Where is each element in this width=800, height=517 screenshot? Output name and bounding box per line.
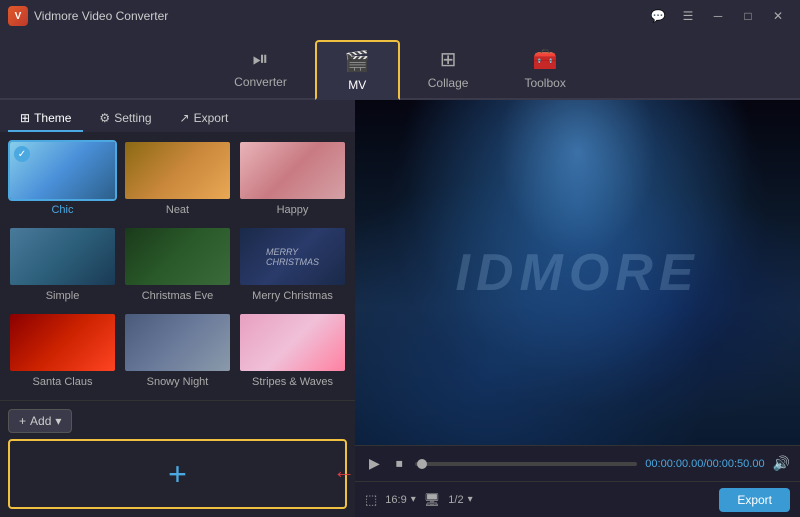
converter-icon: ⏯: [253, 48, 269, 71]
theme-neat[interactable]: Neat: [123, 140, 232, 220]
nav-converter-label: Converter: [234, 75, 287, 89]
add-plus-icon: +: [19, 414, 26, 428]
aspect-ratio-icon: ⬚: [365, 492, 377, 508]
nav-collage-label: Collage: [428, 76, 469, 90]
maximize-button[interactable]: □: [734, 6, 762, 26]
theme-check-chic: ✓: [14, 146, 30, 162]
tab-theme[interactable]: ⊞ Theme: [8, 106, 83, 132]
theme-merry-christmas[interactable]: MERRYCHRISTMAS Merry Christmas: [238, 226, 347, 306]
theme-chic[interactable]: ✓ Chic: [8, 140, 117, 220]
tab-export[interactable]: ↗ Export: [168, 106, 241, 132]
navbar: ⏯ Converter 🎬 MV ⊞ Collage 🧰 Toolbox: [0, 32, 800, 100]
add-section: + Add ▾ + ←: [0, 400, 355, 517]
theme-happy-label: Happy: [277, 204, 309, 216]
stop-button[interactable]: ⏹: [392, 453, 407, 474]
export-tab-icon: ↗: [180, 111, 190, 125]
theme-merry-label: Merry Christmas: [252, 290, 333, 302]
controls-bar: ▶ ⏹ 00:00:00.00/00:00:50.00 🔊: [355, 445, 800, 481]
theme-neat-label: Neat: [166, 204, 189, 216]
theme-santa-label: Santa Claus: [33, 376, 93, 388]
progress-track[interactable]: [415, 462, 638, 466]
close-button[interactable]: ✕: [764, 6, 792, 26]
app-title: Vidmore Video Converter: [34, 9, 168, 23]
left-panel: ⊞ Theme ⚙ Setting ↗ Export ✓ Chic: [0, 100, 355, 517]
main-content: ⊞ Theme ⚙ Setting ↗ Export ✓ Chic: [0, 100, 800, 517]
resolution-chevron: ▾: [468, 494, 473, 505]
collage-icon: ⊞: [440, 47, 457, 72]
mv-icon: 🎬: [345, 49, 370, 74]
preview-watermark: IDMORE: [456, 243, 700, 303]
theme-snowy-label: Snowy Night: [147, 376, 209, 388]
theme-snowy-night[interactable]: Snowy Night: [123, 312, 232, 392]
chat-button[interactable]: 💬: [644, 6, 672, 26]
nav-toolbox[interactable]: 🧰 Toolbox: [496, 38, 593, 98]
setting-tab-icon: ⚙: [99, 111, 110, 125]
nav-mv-label: MV: [348, 78, 366, 92]
tab-bar: ⊞ Theme ⚙ Setting ↗ Export: [0, 100, 355, 132]
play-button[interactable]: ▶: [365, 453, 384, 474]
titlebar-left: V Vidmore Video Converter: [8, 6, 168, 26]
volume-icon[interactable]: 🔊: [773, 455, 790, 472]
ratio-select[interactable]: 16:9 ▾: [385, 494, 415, 506]
theme-stripes-waves[interactable]: Stripes & Waves: [238, 312, 347, 392]
theme-stripes-label: Stripes & Waves: [252, 376, 333, 388]
add-label: Add: [30, 414, 51, 428]
ratio-value: 16:9: [385, 494, 406, 506]
toolbox-icon: 🧰: [533, 47, 558, 72]
add-chevron-icon: ▾: [55, 414, 61, 428]
video-preview: IDMORE: [355, 100, 800, 445]
nav-mv[interactable]: 🎬 MV: [315, 40, 400, 100]
nav-collage[interactable]: ⊞ Collage: [400, 38, 497, 98]
monitor-icon: 🖥: [424, 492, 441, 508]
ratio-chevron: ▾: [411, 494, 416, 505]
theme-chic-label: Chic: [51, 204, 73, 216]
theme-christmas-label: Christmas Eve: [142, 290, 214, 302]
titlebar: V Vidmore Video Converter 💬 ☰ ─ □ ✕: [0, 0, 800, 32]
resolution-value: 1/2: [448, 494, 463, 506]
theme-simple[interactable]: Simple: [8, 226, 117, 306]
titlebar-controls[interactable]: 💬 ☰ ─ □ ✕: [644, 6, 792, 26]
menu-button[interactable]: ☰: [674, 6, 702, 26]
export-button[interactable]: Export: [719, 488, 790, 512]
add-files-plus-icon: +: [168, 456, 187, 493]
theme-happy[interactable]: Happy: [238, 140, 347, 220]
theme-santa-claus[interactable]: Santa Claus: [8, 312, 117, 392]
setting-tab-label: Setting: [114, 111, 151, 125]
tab-setting[interactable]: ⚙ Setting: [87, 106, 163, 132]
app-icon: V: [8, 6, 28, 26]
resolution-select[interactable]: 1/2 ▾: [448, 494, 472, 506]
minimize-button[interactable]: ─: [704, 6, 732, 26]
theme-tab-label: Theme: [34, 111, 71, 125]
nav-converter[interactable]: ⏯ Converter: [206, 38, 315, 98]
nav-toolbox-label: Toolbox: [524, 76, 565, 90]
right-panel: IDMORE ▶ ⏹ 00:00:00.00/00:00:50.00 🔊 ⬚ 1…: [355, 100, 800, 517]
time-display: 00:00:00.00/00:00:50.00: [645, 458, 764, 470]
add-files-area[interactable]: +: [8, 439, 347, 509]
theme-simple-label: Simple: [46, 290, 80, 302]
progress-dot: [417, 459, 427, 469]
theme-christmas-eve[interactable]: Christmas Eve: [123, 226, 232, 306]
bottom-bar: ⬚ 16:9 ▾ 🖥 1/2 ▾ Export: [355, 481, 800, 517]
add-button[interactable]: + Add ▾: [8, 409, 72, 433]
theme-grid: ✓ Chic Neat Happy Simple: [0, 132, 355, 400]
theme-tab-icon: ⊞: [20, 111, 30, 125]
export-tab-label: Export: [194, 111, 229, 125]
